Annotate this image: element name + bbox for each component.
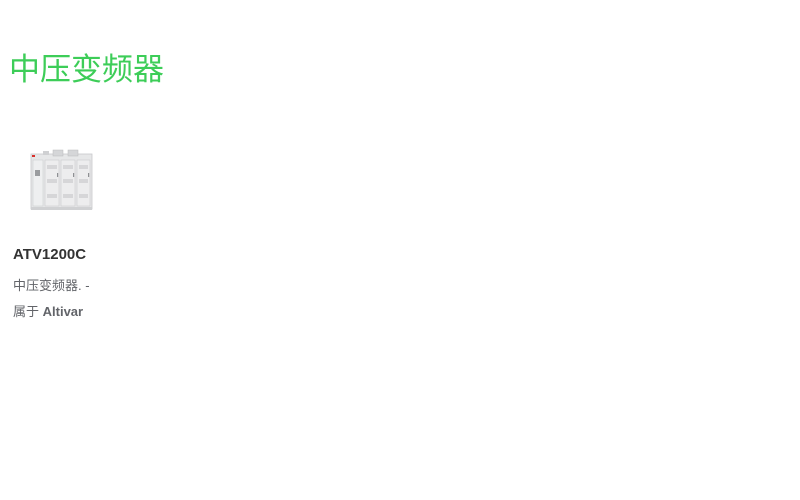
range-name[interactable]: Altivar <box>43 304 83 319</box>
product-description: 中压变频器. - <box>13 278 90 293</box>
product-name[interactable]: ATV1200C <box>13 245 86 265</box>
product-range: 属于 Altivar <box>13 303 83 321</box>
page: 中压变频器 ATV1200C 中压变频器. - 属于 Altivar <box>0 0 800 500</box>
range-prefix: 属于 <box>13 304 40 319</box>
page-title: 中压变频器 <box>9 52 164 87</box>
product-image[interactable] <box>13 140 93 220</box>
product-card[interactable]: ATV1200C 中压变频器. - 属于 Altivar <box>13 140 213 319</box>
